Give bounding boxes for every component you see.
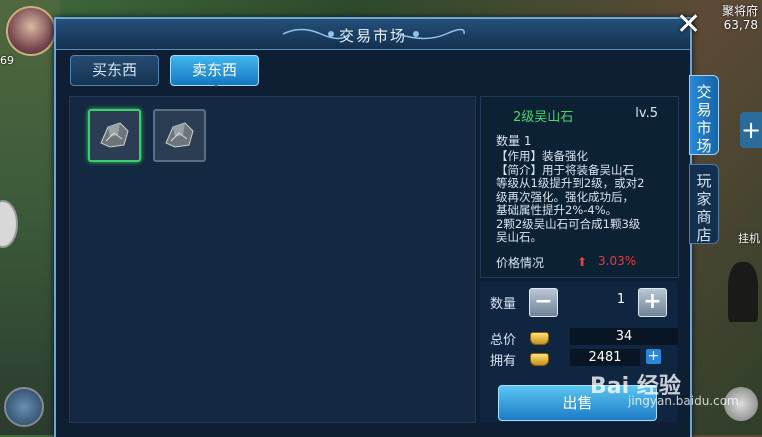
- price-up-arrow-icon: ⬆: [577, 255, 588, 269]
- player-avatar[interactable]: [6, 6, 56, 56]
- item-quantity: 数量 1: [496, 134, 532, 148]
- description-line: 基础属性提升2%-4%。: [496, 203, 618, 217]
- owned-money-label: 拥有: [490, 354, 517, 369]
- description-line: 【简介】用于将装备吴山石: [496, 162, 634, 177]
- add-money-button[interactable]: +: [646, 349, 661, 364]
- price-label: 价格情况: [496, 256, 545, 270]
- title-ornament-right-icon: [397, 28, 465, 40]
- description-line: 2颗2级吴山石可合成1颗3级: [496, 216, 641, 231]
- character-silhouette: [728, 262, 758, 322]
- total-price-value: 34: [570, 328, 678, 345]
- expand-plus-button[interactable]: +: [740, 112, 762, 148]
- close-icon[interactable]: ✕: [676, 10, 701, 40]
- item-detail-panel: 2级吴山石 lv.5 数量 1 【作用】装备强化 【简介】用于将装备吴山石 等级…: [480, 96, 679, 278]
- inventory-slot[interactable]: [153, 109, 206, 162]
- auto-battle-label[interactable]: 挂机: [738, 230, 760, 246]
- title-bar: 交易市场: [56, 19, 690, 50]
- stone-icon: [165, 122, 194, 148]
- inventory-slot-selected[interactable]: [88, 109, 141, 162]
- item-name: 2级吴山石: [513, 110, 574, 125]
- window-title: 交易市场: [338, 27, 407, 45]
- item-level: lv.5: [635, 106, 658, 121]
- owned-money-value: 2481: [570, 349, 640, 366]
- description-line: 等级从1级提升到2级，或对2: [496, 176, 645, 190]
- gold-ingot-icon: [530, 353, 549, 366]
- skill-button[interactable]: [4, 387, 44, 427]
- total-price-label: 总价: [490, 333, 517, 348]
- quantity-minus-button[interactable]: −: [529, 288, 558, 317]
- player-level-badge: 69: [0, 54, 14, 67]
- baidu-watermark-url: jingyan.baidu.com: [628, 394, 739, 408]
- inventory-panel: [69, 96, 476, 423]
- description-line: 级再次强化。强化成功后，: [496, 189, 634, 204]
- side-tab-label: 玩家商店: [696, 172, 712, 244]
- quantity-plus-button[interactable]: +: [638, 288, 667, 317]
- tab-buy[interactable]: 买东西: [70, 55, 159, 86]
- tab-sell[interactable]: 卖东西: [170, 55, 259, 87]
- location-readout: 聚将府 63,78: [722, 4, 758, 32]
- gold-ingot-icon: [530, 332, 549, 345]
- side-tab-label: 交易市场: [696, 83, 712, 155]
- description-line: 吴山石。: [496, 230, 542, 244]
- stone-icon: [100, 122, 129, 148]
- location-name: 聚将府: [721, 4, 758, 18]
- side-tab-trade-market[interactable]: 交易市场: [689, 75, 719, 155]
- description-line: 【作用】装备强化: [496, 149, 588, 163]
- side-tab-player-shop[interactable]: 玩家商店: [689, 164, 719, 244]
- quantity-label: 数量: [490, 297, 517, 312]
- price-change-percent: 3.03%: [598, 254, 637, 268]
- location-coords: 63,78: [723, 18, 758, 32]
- item-description: 【作用】装备强化 【简介】用于将装备吴山石 等级从1级提升到2级，或对2 级再次…: [496, 149, 676, 245]
